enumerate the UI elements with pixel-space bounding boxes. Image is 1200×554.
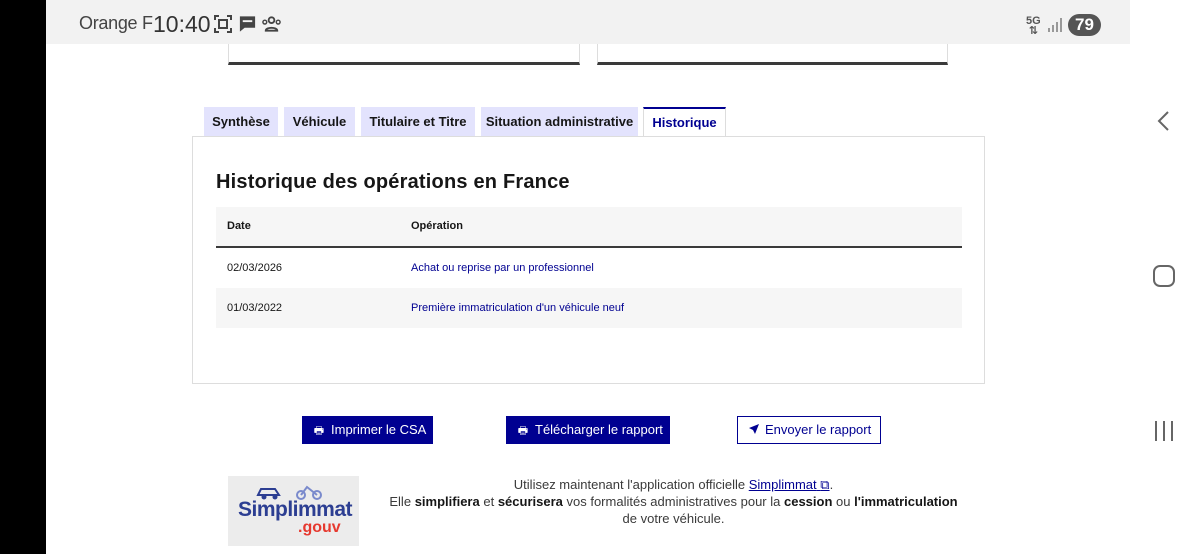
- print-csa-label: Imprimer le CSA: [331, 422, 427, 437]
- external-link-icon: ⧉: [820, 477, 830, 492]
- card-bottom-right: [597, 44, 948, 65]
- row-operation: Première immatriculation d'un véhicule n…: [411, 302, 625, 314]
- home-icon[interactable]: [1152, 264, 1176, 288]
- column-header-operation: Opération: [411, 220, 463, 232]
- group-icon: [262, 16, 281, 32]
- back-icon[interactable]: [1156, 110, 1170, 132]
- simplimmat-promo: Utilisez maintenant l'application offici…: [388, 476, 959, 527]
- simplimmat-link[interactable]: Simplimmat ⧉: [749, 477, 830, 492]
- column-header-date: Date: [227, 220, 251, 232]
- table-row: 02/03/2026 Achat ou reprise par un profe…: [216, 248, 962, 288]
- tab-synthese[interactable]: Synthèse: [204, 107, 278, 137]
- signal-icon: [1048, 18, 1062, 32]
- left-black-bar: [0, 0, 46, 554]
- tab-historique[interactable]: Historique: [643, 107, 726, 138]
- message-icon: [239, 16, 256, 32]
- carrier-name: Orange F: [79, 13, 153, 33]
- tab-situation-administrative[interactable]: Situation administrative: [481, 107, 638, 137]
- simplimmat-logo[interactable]: Simplimmat .gouv: [228, 476, 359, 546]
- table-row: 01/03/2022 Première immatriculation d'un…: [216, 288, 962, 328]
- tab-titulaire-et-titre[interactable]: Titulaire et Titre: [361, 107, 475, 137]
- row-date: 01/03/2022: [227, 302, 283, 314]
- card-bottom-left: [228, 44, 580, 65]
- promo-line-2: Elle simplifiera et sécurisera vos forma…: [389, 494, 958, 526]
- table-header: Date Opération: [216, 207, 962, 248]
- screenshot-icon: [214, 15, 232, 33]
- android-navigation-bar: [1130, 0, 1200, 554]
- recent-apps-icon[interactable]: [1153, 420, 1175, 442]
- send-report-label: Envoyer le rapport: [765, 422, 872, 437]
- send-report-button[interactable]: Envoyer le rapport: [737, 416, 881, 444]
- tab-vehicule[interactable]: Véhicule: [284, 107, 355, 137]
- print-csa-button[interactable]: 🖶 Imprimer le CSA: [302, 416, 433, 444]
- status-bar: Orange F 10:40 5G ⇅ 79: [46, 0, 1130, 44]
- row-operation: Achat ou reprise par un professionnel: [411, 262, 594, 274]
- row-date: 02/03/2026: [227, 262, 283, 274]
- clock-time: 10:40: [153, 11, 211, 37]
- printer-icon: 🖶: [517, 425, 529, 437]
- panel-title: Historique des opérations en France: [216, 171, 570, 193]
- printer-icon: 🖶: [313, 425, 325, 437]
- operations-table: Date Opération 02/03/2026 Achat ou repri…: [216, 207, 962, 328]
- send-icon: [749, 424, 759, 434]
- historique-panel: Historique des opérations en France Date…: [192, 136, 985, 384]
- network-5g-indicator: 5G ⇅: [1026, 15, 1041, 37]
- download-report-label: Télécharger le rapport: [535, 422, 663, 437]
- battery-indicator: 79: [1068, 14, 1101, 36]
- promo-line-1: Utilisez maintenant l'application offici…: [513, 477, 834, 492]
- download-report-button[interactable]: 🖶 Télécharger le rapport: [506, 416, 670, 444]
- logo-suffix: .gouv: [298, 519, 341, 536]
